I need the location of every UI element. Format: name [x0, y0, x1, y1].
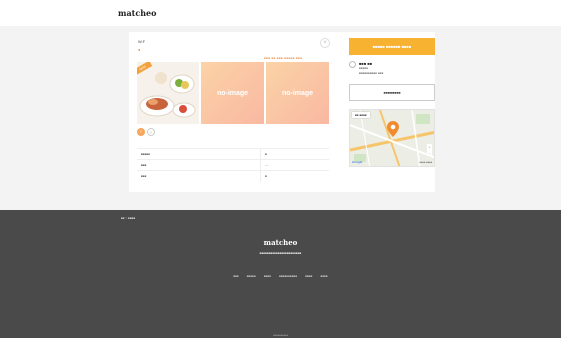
food-photo-illustration — [137, 62, 199, 124]
footer-links: ■■■ ■■■■■ ■■■■ ■■■■■■■■■■ ■■■■ ■■■■ — [0, 274, 561, 278]
footer-logo[interactable]: matcheo — [0, 238, 561, 247]
food-photo[interactable]: NEW — [137, 62, 199, 124]
map-brand: Google — [352, 160, 363, 164]
spec-label: ■■■ — [137, 170, 261, 182]
owner-info: ■■■ ■■ ■■■■■ ■■■■■■■■■■ ■■■ — [359, 61, 383, 76]
next-arrow-icon[interactable]: › — [147, 128, 155, 136]
owner-address: ■■■■■■■■■■ ■■■ — [359, 71, 384, 75]
footer-link[interactable]: ■■■■■■■■■■ — [279, 274, 297, 278]
spec-value: ■ — [260, 170, 329, 182]
map-zoom-control[interactable]: + − — [427, 144, 432, 156]
site-header: matcheo — [0, 0, 561, 26]
no-image-placeholder[interactable]: no-image — [266, 62, 329, 124]
footer-link[interactable]: ■■■ — [233, 274, 238, 278]
no-image-placeholder[interactable]: no-image — [201, 62, 264, 124]
footer-link[interactable]: ■■■■ — [320, 274, 327, 278]
post-subtitle: ● — [138, 47, 141, 52]
map[interactable]: ■■ ■■■■ + − Google ■■■■ ■■■■ — [349, 109, 435, 167]
post-meta: ■■■ ■■ ■■■ ■■■■■ ■■■ — [264, 56, 303, 60]
close-icon[interactable]: × — [320, 38, 330, 48]
spec-value: — — [260, 159, 329, 171]
spec-label: ■■■ — [137, 159, 261, 171]
table-row: ■■■ — — [137, 159, 329, 171]
gallery-nav: ‹ › — [137, 128, 155, 136]
footer-link[interactable]: ■■■■ — [264, 274, 271, 278]
copyright: ■■■■■■■■■■ — [272, 334, 289, 337]
footer-tagline: ■■■■■■■■■■■■■■■■■■■■■■■ — [259, 251, 302, 255]
site-footer: matcheo ■■■■■■■■■■■■■■■■■■■■■■■ ■■■ ■■■■… — [0, 210, 561, 338]
sidebar: ■■■■■ ■■■■■■ ■■■■ ■■■ ■■ ■■■■■ ■■■■■■■■■… — [349, 38, 435, 167]
zoom-out-icon[interactable]: − — [427, 150, 432, 156]
post-title: W.F — [138, 39, 146, 44]
apply-button[interactable]: ■■■■■ ■■■■■■ ■■■■ — [349, 38, 435, 55]
footer-link[interactable]: ■■■■■ — [247, 274, 256, 278]
footer-link[interactable]: ■■■■ — [305, 274, 312, 278]
table-row: ■■■ ■ — [137, 170, 329, 182]
prev-arrow-icon[interactable]: ‹ — [137, 128, 145, 136]
inquiry-button[interactable]: ■■■■■■■■ — [349, 84, 435, 101]
map-streets — [350, 110, 434, 166]
spec-label: ■■■■■ — [137, 148, 261, 160]
site-logo[interactable]: matcheo — [118, 8, 156, 18]
map-credit: ■■■■ ■■■■ — [419, 161, 432, 164]
spec-table: ■■■■■ ■ ■■■ — ■■■ ■ — [137, 148, 329, 182]
owner-block: ■■■ ■■ ■■■■■ ■■■■■■■■■■ ■■■ — [349, 61, 435, 76]
breadcrumb[interactable]: ■■ > ■■■■ — [121, 216, 135, 220]
map-type-tab[interactable]: ■■ ■■■■ — [352, 112, 370, 118]
spec-value: ■ — [260, 148, 329, 160]
avatar[interactable] — [349, 61, 356, 68]
table-row: ■■■■■ ■ — [137, 148, 329, 160]
image-gallery: NEW no-image no-image — [137, 62, 329, 124]
map-pin-icon — [387, 121, 399, 137]
